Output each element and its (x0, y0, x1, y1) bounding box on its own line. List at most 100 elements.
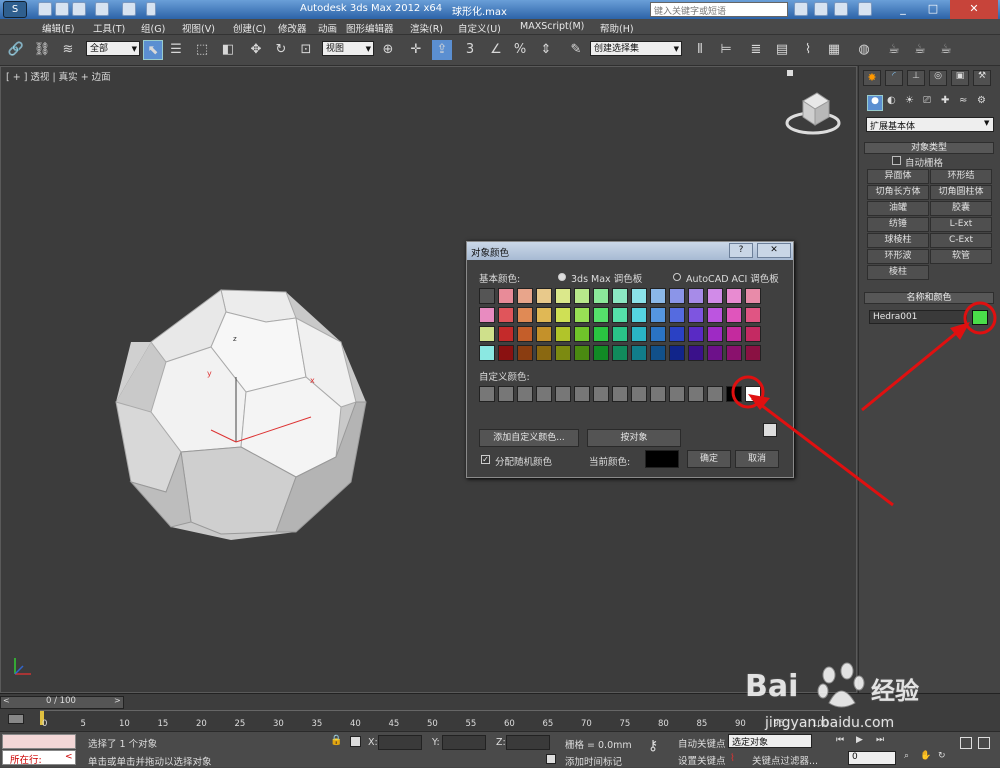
goto-start-icon[interactable]: ⏮ (836, 735, 844, 745)
basic-color-swatch[interactable] (536, 288, 552, 304)
unlink-icon[interactable]: ⛓ (32, 40, 52, 60)
communication-center-icon[interactable] (814, 2, 828, 16)
render-setup-icon[interactable]: ☕ (884, 40, 904, 60)
by-object-button[interactable]: 按对象 (587, 429, 681, 447)
move-icon[interactable]: ✥ (246, 40, 266, 60)
basic-color-swatch[interactable] (498, 288, 514, 304)
custom-color-swatch[interactable] (726, 386, 742, 402)
custom-color-swatch[interactable] (669, 386, 685, 402)
basic-color-swatch[interactable] (479, 326, 495, 342)
basic-color-swatch[interactable] (574, 345, 590, 361)
object-button-l-ext[interactable]: L-Ext (930, 217, 992, 232)
basic-color-swatch[interactable] (669, 326, 685, 342)
object-button-prism[interactable]: 棱柱 (867, 265, 929, 280)
basic-color-swatch[interactable] (612, 288, 628, 304)
select-object-icon[interactable]: ⬉ (143, 40, 163, 60)
z-coordinate-field[interactable] (506, 735, 550, 750)
object-button-hedra[interactable]: 异面体 (867, 169, 929, 184)
basic-color-swatch[interactable] (517, 345, 533, 361)
basic-color-swatch[interactable] (726, 307, 742, 323)
rotate-icon[interactable]: ↻ (271, 40, 291, 60)
motion-tab-icon[interactable]: ◎ (929, 70, 947, 86)
basic-color-swatch[interactable] (536, 326, 552, 342)
rollout-object-type[interactable]: 对象类型 (864, 142, 994, 154)
basic-color-swatch[interactable] (593, 288, 609, 304)
pan-view-icon[interactable]: ✋ (920, 751, 931, 761)
time-tag-icon[interactable] (546, 754, 556, 764)
custom-color-swatch[interactable] (688, 386, 704, 402)
custom-color-swatch[interactable] (555, 386, 571, 402)
basic-color-swatch[interactable] (479, 345, 495, 361)
menu-help[interactable]: 帮助(H) (600, 21, 634, 35)
object-button-hose[interactable]: 软管 (930, 249, 992, 264)
menu-group[interactable]: 组(G) (141, 21, 165, 35)
scale-icon[interactable]: ⊡ (296, 40, 316, 60)
basic-color-swatch[interactable] (650, 326, 666, 342)
menu-rendering[interactable]: 渲染(R) (410, 21, 443, 35)
menu-views[interactable]: 视图(V) (182, 21, 215, 35)
edit-named-selection-icon[interactable]: ✎ (566, 40, 586, 60)
lock-selection-icon[interactable]: 🔒 (330, 735, 342, 746)
custom-color-swatch[interactable] (650, 386, 666, 402)
basic-color-swatch[interactable] (631, 288, 647, 304)
basic-color-swatch[interactable] (479, 288, 495, 304)
prev-frame-arrow-icon[interactable]: < (3, 696, 10, 705)
basic-color-swatch[interactable] (612, 307, 628, 323)
rectangular-region-icon[interactable]: ⬚ (192, 40, 212, 60)
custom-color-swatch[interactable] (745, 386, 761, 402)
app-logo-icon[interactable]: S (3, 1, 27, 18)
object-button-spindle[interactable]: 纺锤 (867, 217, 929, 232)
close-button[interactable]: ✕ (950, 0, 998, 19)
zoom-icon[interactable]: ⌕ (904, 751, 909, 761)
cameras-icon[interactable]: ⎚ (923, 95, 931, 106)
custom-color-swatch[interactable] (631, 386, 647, 402)
listener-arrow-icon[interactable]: < (65, 752, 73, 762)
angle-snap-icon[interactable]: ∠ (486, 40, 506, 60)
basic-color-swatch[interactable] (707, 288, 723, 304)
maximize-button[interactable]: □ (920, 0, 946, 19)
pivot-center-icon[interactable]: ⊕ (378, 40, 398, 60)
add-time-tag[interactable]: 添加时间标记 (565, 754, 622, 768)
assign-random-checkbox[interactable]: ✓ (481, 455, 490, 464)
menu-animation[interactable]: 动画 (318, 21, 337, 35)
basic-color-swatch[interactable] (536, 345, 552, 361)
layer-manager-icon[interactable]: ≣ (746, 40, 766, 60)
named-selection-dropdown[interactable]: 创建选择集 (590, 41, 682, 56)
basic-color-swatch[interactable] (555, 345, 571, 361)
new-file-icon[interactable] (38, 2, 52, 16)
basic-color-swatch[interactable] (650, 345, 666, 361)
create-tab-icon[interactable]: ✸ (863, 70, 881, 86)
save-file-icon[interactable] (72, 2, 86, 16)
key-filters-button[interactable]: 关键点过滤器... (752, 753, 818, 767)
basic-color-swatch[interactable] (555, 326, 571, 342)
bind-spacewarp-icon[interactable]: ≋ (58, 40, 78, 60)
custom-color-swatch[interactable] (479, 386, 495, 402)
custom-color-swatch[interactable] (536, 386, 552, 402)
dialog-close-button[interactable]: ✕ (757, 243, 791, 258)
y-coordinate-field[interactable] (442, 735, 486, 750)
keyboard-shortcut-override-icon[interactable]: ⇪ (432, 40, 452, 60)
help-icon[interactable] (858, 2, 872, 16)
basic-color-swatch[interactable] (726, 288, 742, 304)
basic-color-swatch[interactable] (669, 288, 685, 304)
basic-color-swatch[interactable] (650, 307, 666, 323)
absolute-mode-icon[interactable] (350, 736, 361, 747)
render-production-icon[interactable]: ☕ (936, 40, 956, 60)
custom-color-swatch[interactable] (612, 386, 628, 402)
object-button-c-ext[interactable]: C-Ext (930, 233, 992, 248)
align-icon[interactable]: ⊨ (716, 40, 736, 60)
basic-color-swatch[interactable] (726, 326, 742, 342)
quick-access-dropdown-icon[interactable] (146, 2, 156, 16)
basic-color-swatch[interactable] (498, 326, 514, 342)
utilities-tab-icon[interactable]: ⚒ (973, 70, 991, 86)
key-mode-icon[interactable]: ⚷ (648, 738, 658, 754)
reference-coordinate-dropdown[interactable]: 视图 (322, 41, 374, 56)
modify-tab-icon[interactable]: ◜ (885, 70, 903, 86)
object-button-oiltank[interactable]: 油罐 (867, 201, 929, 216)
basic-color-swatch[interactable] (726, 345, 742, 361)
current-frame-field[interactable]: 0 (848, 751, 896, 765)
basic-color-swatch[interactable] (631, 345, 647, 361)
basic-color-swatch[interactable] (612, 345, 628, 361)
current-color-swatch[interactable] (645, 450, 679, 468)
basic-color-swatch[interactable] (574, 326, 590, 342)
